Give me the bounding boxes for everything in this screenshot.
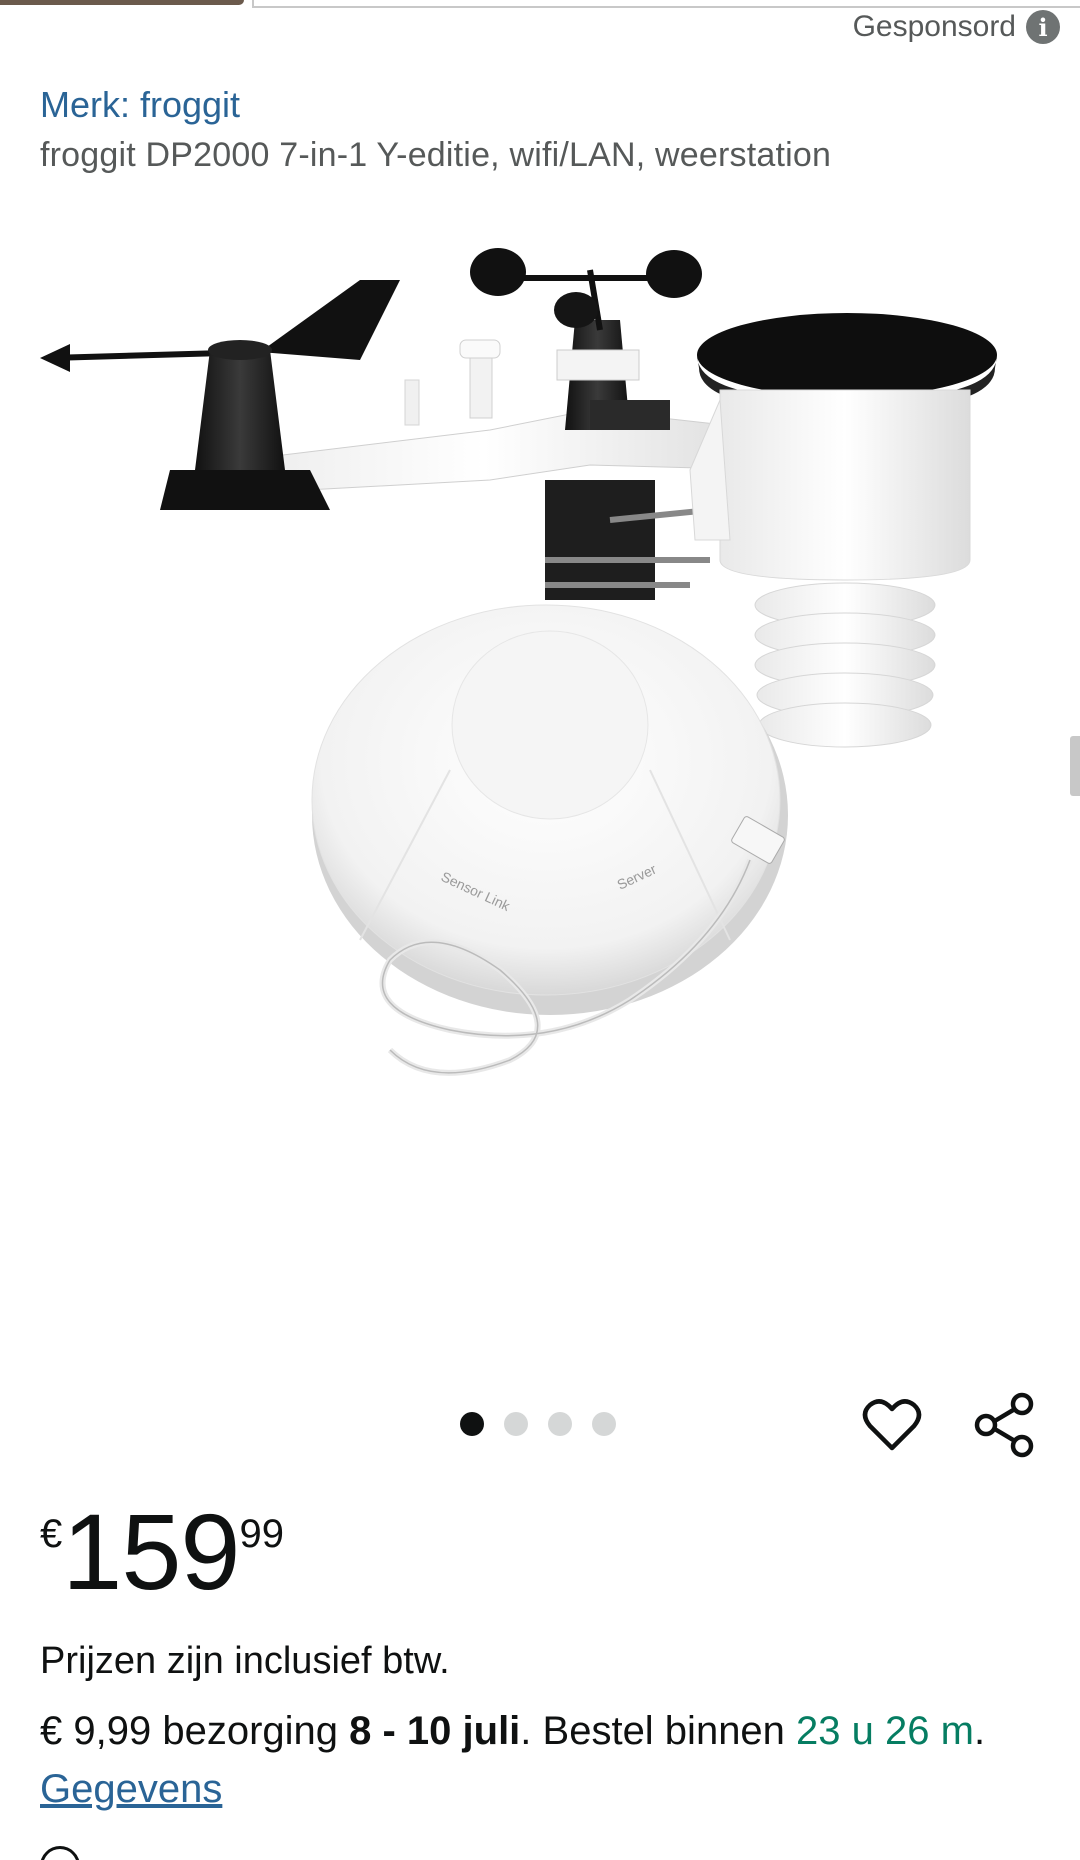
order-countdown: 23 u 26 m [796, 1709, 974, 1753]
carousel-dot-1[interactable] [460, 1412, 484, 1436]
details-link[interactable]: Gegevens [40, 1767, 222, 1811]
next-section-icon [31, 1837, 89, 1860]
share-icon[interactable] [974, 1392, 1036, 1458]
sponsored-label[interactable]: Gesponsord i [853, 10, 1060, 44]
carousel-dot-2[interactable] [504, 1412, 528, 1436]
scroll-handle[interactable] [1070, 736, 1080, 796]
tax-note: Prijzen zijn inclusief btw. [40, 1640, 450, 1682]
after-countdown: . [973, 1709, 986, 1753]
carousel-dot-4[interactable] [592, 1412, 616, 1436]
delivery-date: 8 - 10 juli [349, 1709, 521, 1753]
previous-card-edge [252, 0, 1080, 8]
heart-icon[interactable] [862, 1396, 922, 1456]
top-strip [0, 0, 1080, 8]
brand-link[interactable]: Merk: froggit [40, 84, 240, 126]
sponsored-text: Gesponsord [852, 10, 1016, 43]
delivery-info: € 9,99 bezorging 8 - 10 juli. Bestel bin… [40, 1702, 1040, 1818]
price-whole: 159 [62, 1491, 240, 1612]
price: € 159 99 [40, 1498, 284, 1606]
delivery-fee: € 9,99 bezorging [40, 1709, 350, 1753]
order-prefix: . Bestel binnen [520, 1709, 797, 1753]
previous-thumbnail[interactable] [0, 0, 244, 5]
image-carousel-dots [460, 1412, 616, 1436]
price-fraction: 99 [239, 1512, 284, 1556]
info-icon[interactable]: i [1026, 10, 1060, 44]
product-page: Gesponsord i Merk: froggit froggit DP200… [0, 0, 1080, 1860]
product-image[interactable]: Sensor Link Server [30, 240, 1050, 1140]
price-currency: € [40, 1512, 63, 1556]
product-title: froggit DP2000 7-in-1 Y-editie, wifi/LAN… [40, 136, 832, 174]
carousel-dot-3[interactable] [548, 1412, 572, 1436]
